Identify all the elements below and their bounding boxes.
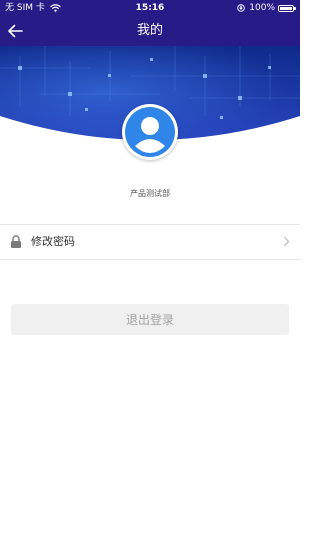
user-avatar-icon	[125, 107, 175, 157]
battery-percent: 100%	[249, 3, 275, 13]
orientation-lock-icon	[237, 4, 246, 12]
page-title: 我的	[136, 23, 163, 38]
lock-icon	[11, 235, 21, 248]
menu-item-label: 修改密码	[31, 235, 75, 248]
department-name: 产品测试部	[130, 189, 170, 198]
battery-icon	[278, 4, 296, 12]
nav-bar: 我的	[0, 16, 300, 46]
battery-fill	[280, 6, 292, 10]
avatar[interactable]	[122, 104, 178, 160]
status-bar: 无 SIM 卡 15:16 100%	[0, 0, 300, 16]
divider	[0, 259, 300, 260]
logout-button[interactable]: 退出登录	[11, 304, 289, 335]
battery-tip	[294, 6, 296, 10]
menu-item-change-password[interactable]: 修改密码	[0, 225, 300, 258]
chevron-right-icon	[284, 236, 290, 247]
status-right: 100%	[237, 0, 296, 16]
